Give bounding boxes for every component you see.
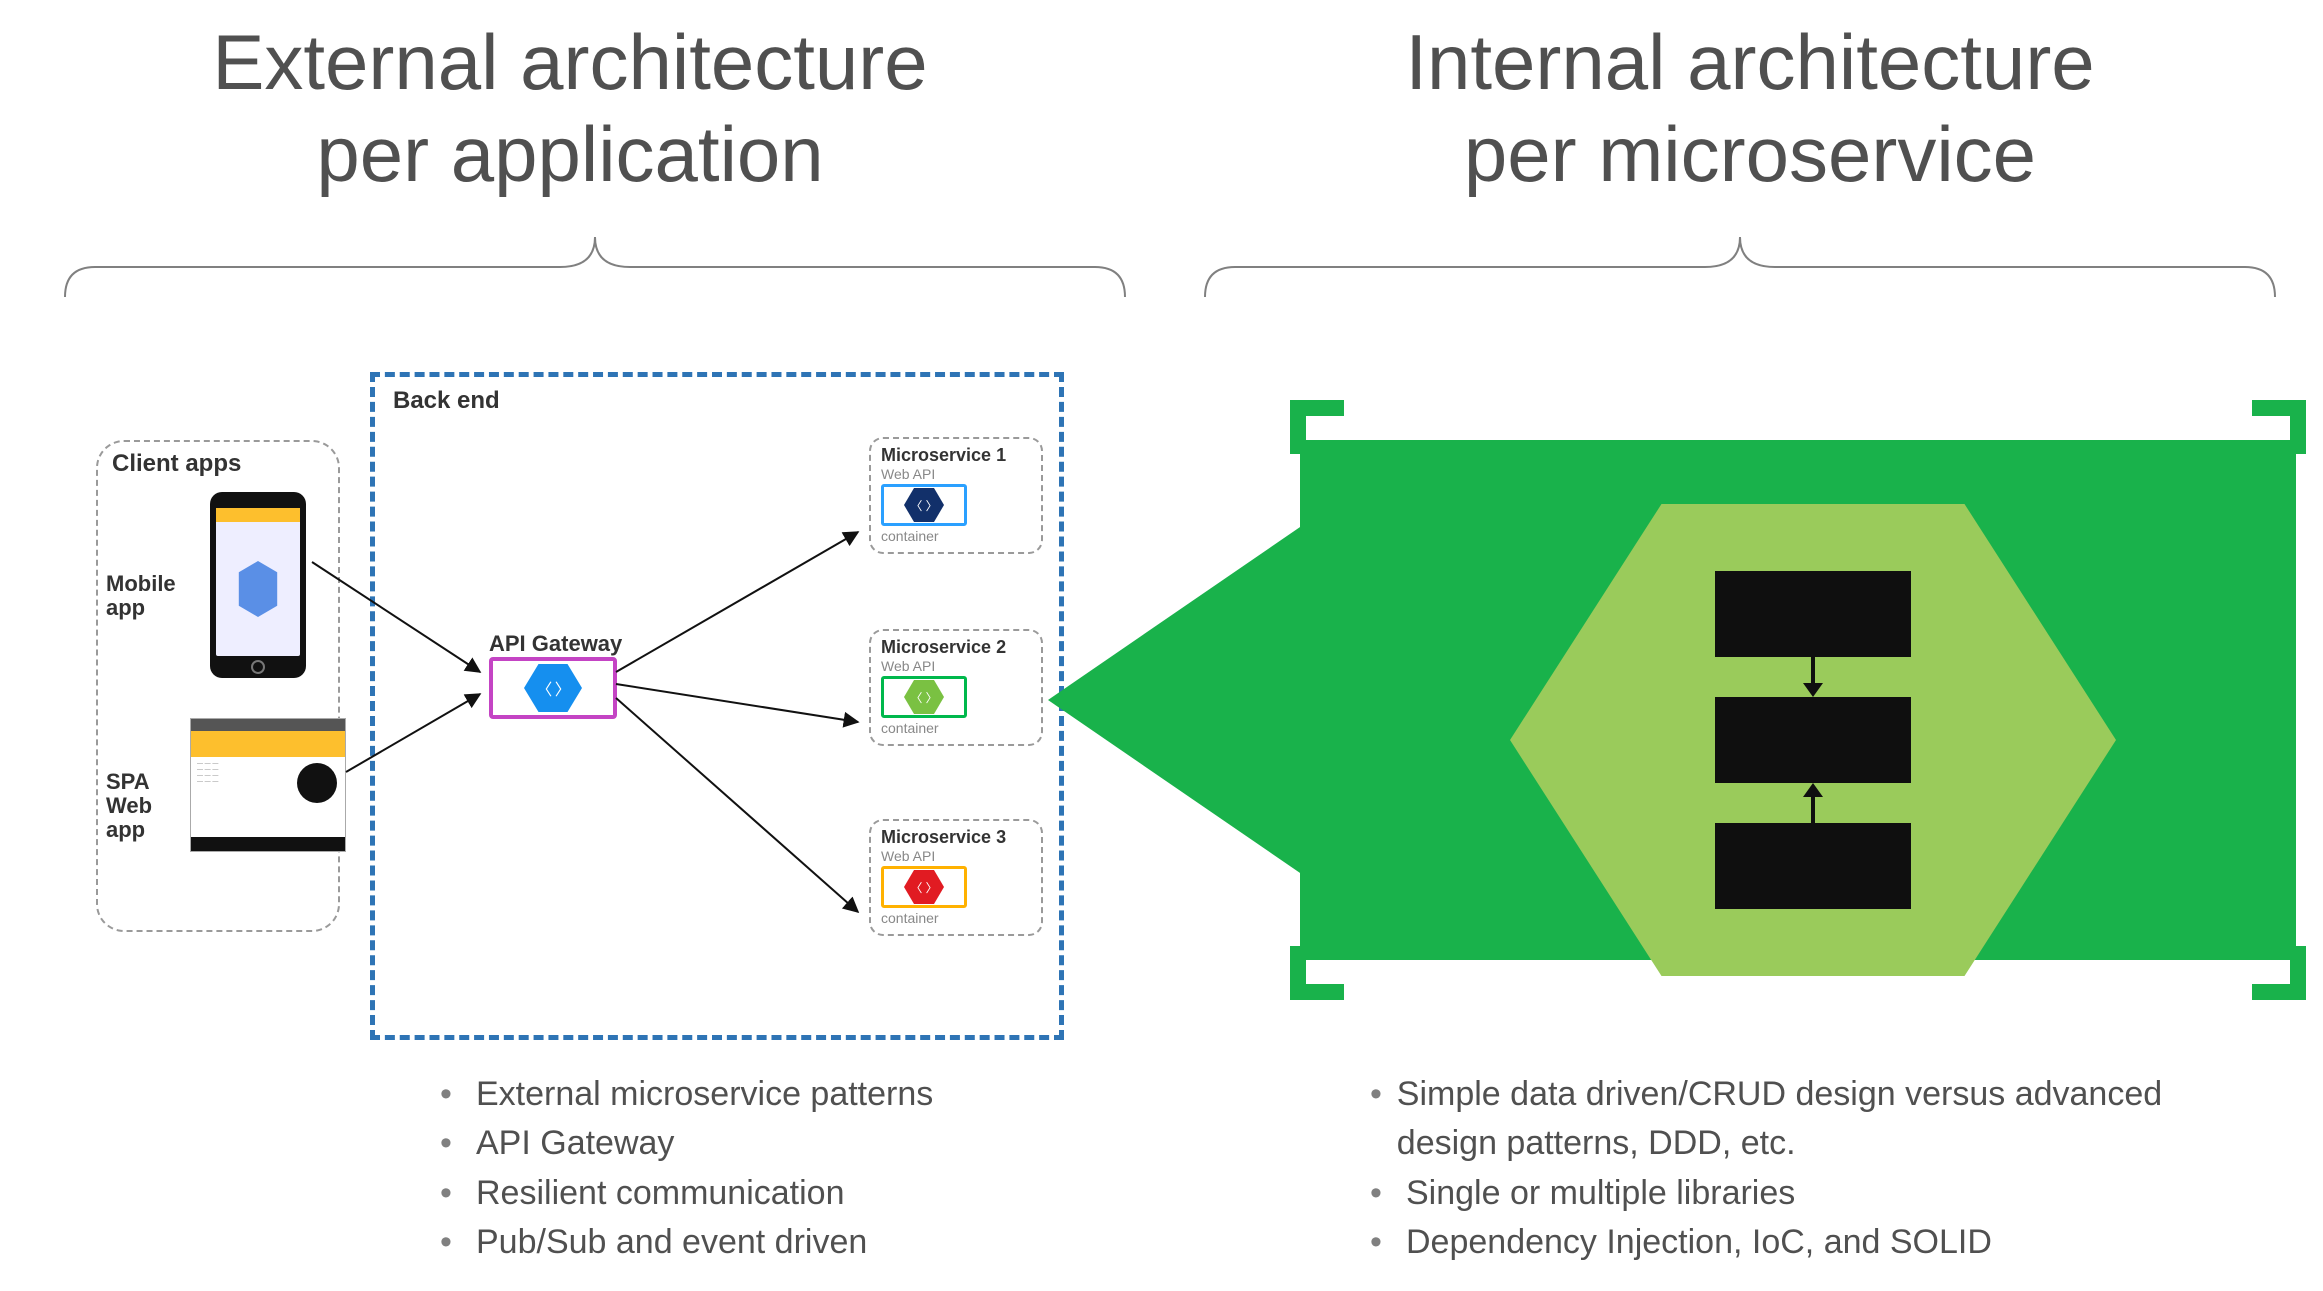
microservice-3-hex-icon: 〈 〉 (881, 866, 967, 908)
bullet-text: External microservice patterns (476, 1070, 933, 1119)
list-item: •Pub/Sub and event driven (440, 1218, 1080, 1267)
microservice-2-hex-icon: 〈 〉 (881, 676, 967, 718)
internal-green-bar (1300, 440, 2296, 960)
microservice-3-title: Microservice 3 (881, 827, 1031, 848)
spa-web-app-label: SPA Web app (106, 770, 186, 843)
internal-bullets-list: •Simple data driven/CRUD design versus a… (1370, 1070, 2270, 1267)
bullet-text: Dependency Injection, IoC, and SOLID (1406, 1218, 1992, 1267)
microservice-1-hex-icon: 〈 〉 (881, 484, 967, 526)
internal-microservice-panel (1290, 400, 2306, 1000)
mobile-phone-icon (210, 492, 306, 678)
microservice-1-title: Microservice 1 (881, 445, 1031, 466)
title-external-line1: External architecture (0, 18, 1140, 108)
list-item: •Simple data driven/CRUD design versus a… (1370, 1070, 2270, 1169)
bullet-text: Simple data driven/CRUD design versus ad… (1397, 1070, 2270, 1169)
list-item: •External microservice patterns (440, 1070, 1080, 1119)
bullet-text: Resilient communication (476, 1169, 845, 1218)
microservice-3-box: Microservice 3 Web API 〈 〉 container (869, 819, 1043, 936)
bullet-text: Single or multiple libraries (1406, 1169, 1795, 1218)
arrow-down-icon (1800, 657, 1826, 697)
microservice-3-footer: container (881, 910, 1031, 926)
internal-layer-block (1715, 823, 1911, 909)
list-item: •Dependency Injection, IoC, and SOLID (1370, 1218, 2270, 1267)
api-gateway-label: API Gateway (489, 631, 622, 657)
internal-hexagon-icon (1510, 504, 2116, 976)
brace-right-icon (1200, 232, 2280, 302)
backend-title: Back end (393, 387, 500, 415)
browser-window-icon: — — —— — —— — —— — — (190, 718, 346, 852)
arrow-up-icon (1800, 783, 1826, 823)
microservice-2-footer: container (881, 720, 1031, 736)
microservice-3-subtitle: Web API (881, 848, 1031, 864)
brace-left-icon (60, 232, 1130, 302)
microservice-1-subtitle: Web API (881, 466, 1031, 482)
internal-layer-block (1715, 571, 1911, 657)
title-internal-line2: per microservice (1180, 110, 2320, 200)
microservice-2-box: Microservice 2 Web API 〈 〉 container (869, 629, 1043, 746)
microservice-1-box: Microservice 1 Web API 〈 〉 container (869, 437, 1043, 554)
title-external-line2: per application (0, 110, 1140, 200)
api-gateway-hex-icon: 〈 〉 (489, 657, 617, 719)
client-apps-title: Client apps (112, 450, 241, 478)
backend-panel: Back end API Gateway 〈 〉 Microservice 1 … (370, 372, 1064, 1040)
internal-layer-block (1715, 697, 1911, 783)
list-item: •Resilient communication (440, 1169, 1080, 1218)
list-item: •Single or multiple libraries (1370, 1169, 2270, 1218)
microservice-1-footer: container (881, 528, 1031, 544)
list-item: •API Gateway (440, 1119, 1080, 1168)
external-bullets-list: •External microservice patterns •API Gat… (440, 1070, 1080, 1267)
api-gateway-group: API Gateway 〈 〉 (489, 631, 622, 719)
microservice-2-subtitle: Web API (881, 658, 1031, 674)
bullet-text: API Gateway (476, 1119, 674, 1168)
zoom-pointer-icon (1048, 525, 1303, 875)
microservice-2-title: Microservice 2 (881, 637, 1031, 658)
bullet-text: Pub/Sub and event driven (476, 1218, 867, 1267)
title-internal-line1: Internal architecture (1180, 18, 2320, 108)
mobile-app-label: Mobile app (106, 572, 192, 620)
client-apps-panel: Client apps Mobile app SPA Web app — — —… (96, 440, 340, 932)
